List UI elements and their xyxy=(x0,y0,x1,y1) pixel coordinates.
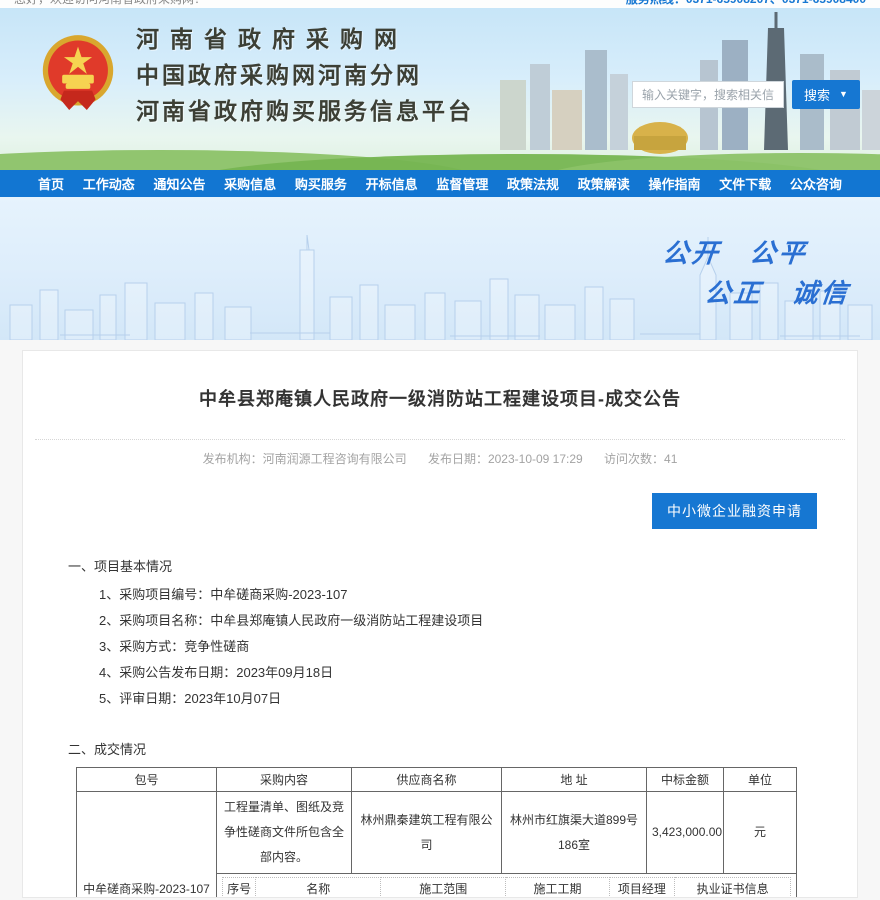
cell-amount-unit: 元 xyxy=(724,792,797,874)
publisher: 发布机构：河南润源工程咨询有限公司 xyxy=(203,452,407,466)
col-certificate: 执业证书信息 xyxy=(675,878,791,899)
article-meta: 发布机构：河南润源工程咨询有限公司 发布日期：2023-10-09 17:29 … xyxy=(23,440,857,467)
list-item: 2、采购项目名称：中牟县郑庵镇人民政府一级消防站工程建设项目 xyxy=(99,608,857,634)
slogan-open-fair: 公开 公平 xyxy=(661,233,810,270)
search-button[interactable]: 搜索 ▼ xyxy=(792,80,860,109)
page-title: 中牟县郑庵镇人民政府一级消防站工程建设项目-成交公告 xyxy=(23,351,857,439)
nested-detail-cell: 序号 名称 施工范围 施工工期 项目经理 执业证书信息 1 中牟 xyxy=(217,874,797,899)
greeting-text: 您好，欢迎访问河南省政府采购网！ xyxy=(14,0,206,7)
nav-item-purchase-services[interactable]: 购买服务 xyxy=(295,174,347,193)
col-name: 名称 xyxy=(256,878,381,899)
col-manager: 项目经理 xyxy=(609,878,675,899)
nav-item-home[interactable]: 首页 xyxy=(38,174,64,193)
list-item: 3、采购方式：竞争性磋商 xyxy=(99,634,857,660)
nav-item-guide[interactable]: 操作指南 xyxy=(648,174,700,193)
site-title: 河南省政府采购网 中国政府采购网河南分网 河南省政府购买服务信息平台 xyxy=(136,20,474,126)
section1-heading: 一、项目基本情况 xyxy=(68,556,857,575)
nav-item-public-consultation[interactable]: 公众咨询 xyxy=(790,174,842,193)
site-title-line3: 河南省政府购买服务信息平台 xyxy=(136,92,474,126)
deal-result-table: 包号 采购内容 供应商名称 地 址 中标金额 单位 中牟磋商采购-2023-10… xyxy=(76,767,797,898)
table-header-row: 包号 采购内容 供应商名称 地 址 中标金额 单位 xyxy=(77,768,797,792)
col-address: 地 址 xyxy=(502,768,647,792)
cell-supplier-address: 林州市红旗渠大道899号186室 xyxy=(502,792,647,874)
site-title-line2: 中国政府采购网河南分网 xyxy=(136,56,474,90)
cell-procurement-content: 工程量清单、图纸及竞争性磋商文件所包含全部内容。 xyxy=(217,792,352,874)
nav-item-downloads[interactable]: 文件下载 xyxy=(719,174,771,193)
nav-item-procurement-info[interactable]: 采购信息 xyxy=(224,174,276,193)
list-item: 1、采购项目编号：中牟磋商采购-2023-107 xyxy=(99,582,857,608)
project-detail-table: 序号 名称 施工范围 施工工期 项目经理 执业证书信息 1 中牟 xyxy=(222,877,791,898)
col-scope: 施工范围 xyxy=(381,878,506,899)
publish-date: 发布日期：2023-10-09 17:29 xyxy=(428,452,583,466)
nav-item-policies[interactable]: 政策法规 xyxy=(507,174,559,193)
slogan-banner: 公开 公平 公正 诚信 xyxy=(0,197,880,340)
nav-item-notices[interactable]: 通知公告 xyxy=(153,174,205,193)
sme-financing-button[interactable]: 中小微企业融资申请 xyxy=(652,493,817,529)
col-unit: 单位 xyxy=(724,768,797,792)
table-row: 中牟磋商采购-2023-107 工程量清单、图纸及竞争性磋商文件所包含全部内容。… xyxy=(77,792,797,874)
national-emblem-logo xyxy=(34,29,122,117)
search-box: 搜索 ▼ xyxy=(632,80,860,109)
slogan-just-honest: 公正 诚信 xyxy=(703,273,852,310)
col-seq: 序号 xyxy=(223,878,256,899)
top-strip: 您好，欢迎访问河南省政府采购网！ 服务热线：0371-65908207、0371… xyxy=(0,0,880,8)
site-title-line1: 河南省政府采购网 xyxy=(136,20,474,54)
col-supplier: 供应商名称 xyxy=(352,768,502,792)
section2-heading: 二、成交情况 xyxy=(68,739,857,758)
cell-package-no: 中牟磋商采购-2023-107 xyxy=(77,792,217,899)
col-content: 采购内容 xyxy=(217,768,352,792)
search-input[interactable] xyxy=(632,81,784,108)
nav-item-bid-opening[interactable]: 开标信息 xyxy=(366,174,418,193)
search-button-label: 搜索 xyxy=(804,85,830,104)
project-basic-info-list: 1、采购项目编号：中牟磋商采购-2023-107 2、采购项目名称：中牟县郑庵镇… xyxy=(99,582,857,712)
nav-item-supervision[interactable]: 监督管理 xyxy=(436,174,488,193)
list-item: 4、采购公告发布日期：2023年09月18日 xyxy=(99,660,857,686)
chevron-down-icon[interactable]: ▼ xyxy=(839,90,848,99)
nav-item-policy-interpretation[interactable]: 政策解读 xyxy=(578,174,630,193)
col-amount: 中标金额 xyxy=(647,768,724,792)
col-package: 包号 xyxy=(77,768,217,792)
visit-count: 访问次数：41 xyxy=(604,452,677,466)
site-header: 河南省政府采购网 中国政府采购网河南分网 河南省政府购买服务信息平台 搜索 ▼ xyxy=(0,8,880,170)
main-nav: 首页 工作动态 通知公告 采购信息 购买服务 开标信息 监督管理 政策法规 政策… xyxy=(0,170,880,197)
cell-award-amount: 3,423,000.00 xyxy=(647,792,724,874)
nav-item-work-news[interactable]: 工作动态 xyxy=(83,174,135,193)
list-item: 5、评审日期：2023年10月07日 xyxy=(99,686,857,712)
cell-supplier-name: 林州鼎秦建筑工程有限公司 xyxy=(352,792,502,874)
announcement-panel: 中牟县郑庵镇人民政府一级消防站工程建设项目-成交公告 发布机构：河南润源工程咨询… xyxy=(22,350,858,898)
nested-header-row: 序号 名称 施工范围 施工工期 项目经理 执业证书信息 xyxy=(223,878,791,899)
service-hotline: 服务热线：0371-65908207、0371-65908400 xyxy=(626,0,866,7)
col-duration: 施工工期 xyxy=(506,878,609,899)
